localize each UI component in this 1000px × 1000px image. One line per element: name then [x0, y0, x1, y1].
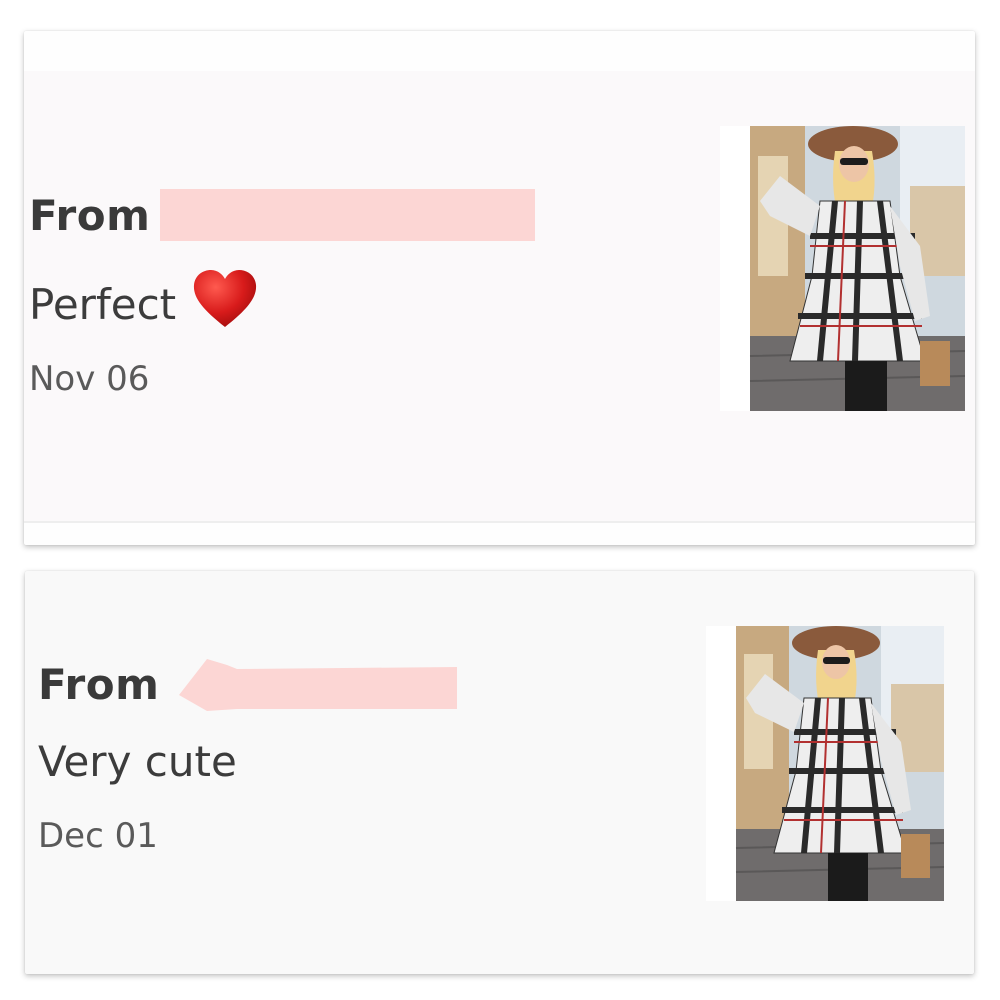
review-message-row: Perfect — [29, 269, 258, 339]
heart-icon — [192, 269, 258, 339]
review-card: From Perfect Nov 06 — [24, 31, 975, 545]
review-card-body: From Perfect Nov 06 — [24, 71, 975, 523]
product-thumbnail[interactable] — [706, 626, 944, 901]
from-label: From — [38, 659, 160, 709]
review-author-row: From — [29, 189, 536, 241]
review-card: From Very cute Dec 01 — [25, 571, 974, 974]
from-label: From — [29, 190, 151, 240]
redacted-username — [160, 189, 536, 241]
redacted-username — [179, 659, 458, 711]
review-message: Very cute — [38, 737, 237, 786]
review-author-row: From — [38, 653, 467, 715]
review-date: Dec 01 — [38, 816, 158, 856]
product-thumbnail[interactable] — [720, 126, 965, 411]
review-date: Nov 06 — [29, 359, 150, 399]
review-message: Perfect — [29, 279, 177, 329]
